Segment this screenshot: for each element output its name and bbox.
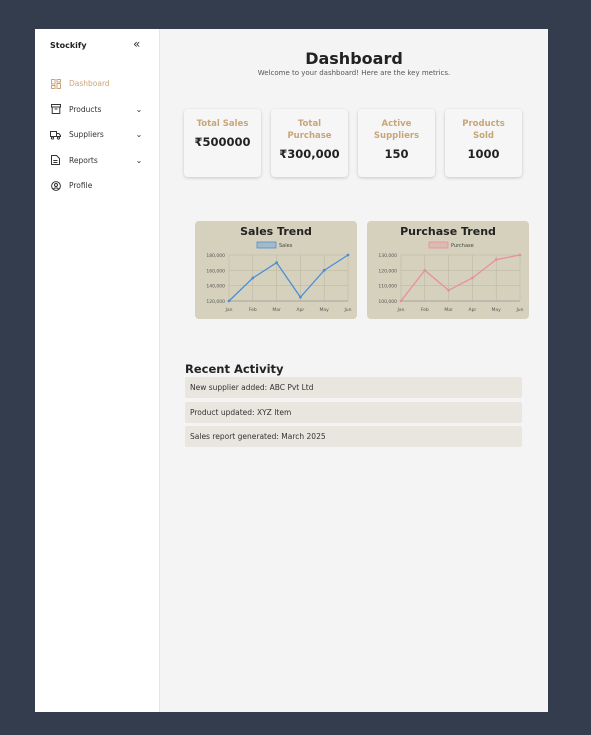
- y-tick-label: 100,000: [378, 299, 397, 305]
- metric-value: ₹300,000: [279, 147, 340, 161]
- data-point: [494, 258, 498, 261]
- series-line: [400, 254, 521, 302]
- y-tick-label: 130,000: [378, 253, 397, 259]
- data-point: [227, 299, 231, 303]
- brand-logo: Stockify: [50, 41, 87, 50]
- data-point: [423, 268, 427, 272]
- sales-trend-chart: Sales Trend 180,000 160,000 140,000 120,000…: [195, 221, 357, 319]
- sidebar-item-label: Products: [69, 104, 102, 114]
- x-tick-label: Feb: [421, 307, 429, 313]
- metric-label: Active: [381, 119, 412, 129]
- x-tick-label: May: [492, 307, 502, 313]
- data-point: [275, 261, 278, 265]
- legend-label: Purchase: [451, 243, 474, 249]
- x-tick-label: Apr: [469, 307, 477, 313]
- legend-label: Sales: [279, 243, 293, 249]
- metric-label: Total Sales: [196, 119, 249, 129]
- sidebar-item-profile[interactable]: Profile: [35, 173, 159, 199]
- y-tick-label: 120,000: [206, 299, 225, 305]
- archive-icon: [50, 104, 61, 115]
- main-content: Dashboard Welcome to your dashboard! Her…: [160, 29, 548, 712]
- x-tick-label: Mar: [444, 307, 453, 313]
- data-point: [471, 276, 474, 280]
- metric-card-total-sales: Total Sales ₹500000: [184, 109, 261, 177]
- sidebar-item-label: Reports: [69, 155, 98, 165]
- chevron-down-icon[interactable]: ⌄: [134, 156, 144, 165]
- page-title: Dashboard: [305, 49, 403, 68]
- sidebar-item-label: Profile: [69, 181, 93, 191]
- y-tick-label: 120,000: [378, 268, 397, 274]
- data-point: [322, 268, 326, 272]
- sidebar-item-suppliers[interactable]: Suppliers ⌄: [35, 122, 159, 148]
- data-point: [299, 295, 302, 299]
- y-tick-label: 140,000: [206, 284, 225, 290]
- data-point: [251, 276, 255, 280]
- metrics-cards: Total Sales ₹500000 Total Purchase ₹300,…: [184, 109, 524, 177]
- list-item: Sales report generated: March 2025: [185, 426, 522, 447]
- series-line: [228, 254, 349, 302]
- sidebar-item-label: Suppliers: [69, 130, 104, 140]
- collapse-sidebar-icon[interactable]: «: [133, 37, 140, 51]
- list-item: Product updated: XYZ Item: [185, 402, 522, 423]
- metric-label: Sold: [473, 130, 494, 141]
- y-tick-label: 180,000: [206, 253, 225, 259]
- user-circle-icon: [50, 180, 61, 191]
- chevron-down-icon[interactable]: ⌄: [134, 105, 144, 114]
- sales-trend-plot: 180,000 160,000 140,000 120,000Jan Feb Mar Apr…: [206, 241, 352, 313]
- x-tick-label: Jun: [343, 307, 351, 313]
- sidebar: Stockify « Dashboard Products ⌄ Supplier…: [35, 29, 160, 712]
- x-tick-label: May: [320, 307, 330, 313]
- list-item: New supplier added: ABC Pvt Ltd: [185, 377, 522, 398]
- sidebar-item-reports[interactable]: Reports ⌄: [35, 148, 159, 174]
- chevron-down-icon[interactable]: ⌄: [134, 130, 144, 139]
- metric-label: Purchase: [287, 130, 332, 141]
- legend-swatch: [428, 241, 449, 249]
- data-point: [346, 253, 350, 257]
- metric-card-active-suppliers: Active Suppliers 150: [358, 109, 435, 177]
- metric-value: 1000: [467, 147, 500, 161]
- y-tick-label: 110,000: [378, 284, 397, 290]
- page-subtitle: Welcome to your dashboard! Here are the …: [257, 69, 451, 77]
- x-tick-label: Jun: [515, 307, 523, 313]
- sidebar-nav: Dashboard Products ⌄ Suppliers ⌄ Reports…: [35, 71, 159, 199]
- metric-value: ₹500000: [194, 135, 251, 149]
- metric-label: Products: [462, 119, 505, 129]
- y-tick-label: 160,000: [206, 268, 225, 274]
- sidebar-item-dashboard[interactable]: Dashboard: [35, 71, 159, 97]
- sidebar-item-products[interactable]: Products ⌄: [35, 97, 159, 123]
- purchase-trend-chart: Purchase Trend 130,000 120,000 110,000 100,…: [367, 221, 529, 319]
- x-tick-label: Apr: [297, 307, 305, 313]
- document-icon: [50, 155, 61, 166]
- data-point: [518, 253, 522, 257]
- app-window: Stockify « Dashboard Products ⌄ Supplier…: [35, 29, 548, 712]
- metric-card-products-sold: Products Sold 1000: [445, 109, 522, 177]
- legend-swatch: [256, 241, 277, 249]
- metric-label: Total: [297, 119, 322, 129]
- sidebar-item-label: Dashboard: [69, 79, 110, 89]
- x-tick-label: Jan: [397, 307, 405, 313]
- purchase-trend-plot: 130,000 120,000 110,000 100,000Jan Feb Mar Apr…: [378, 241, 524, 313]
- x-tick-label: Jan: [225, 307, 233, 313]
- metric-label: Suppliers: [373, 130, 420, 141]
- grid-icon: [50, 78, 61, 89]
- x-tick-label: Mar: [272, 307, 281, 313]
- data-point: [399, 299, 403, 303]
- metric-value: 150: [384, 147, 409, 161]
- recent-activity-title: Recent Activity: [185, 362, 284, 376]
- x-tick-label: Feb: [249, 307, 257, 313]
- data-point: [447, 288, 450, 292]
- truck-icon: [50, 129, 61, 140]
- metric-card-total-purchase: Total Purchase ₹300,000: [271, 109, 348, 177]
